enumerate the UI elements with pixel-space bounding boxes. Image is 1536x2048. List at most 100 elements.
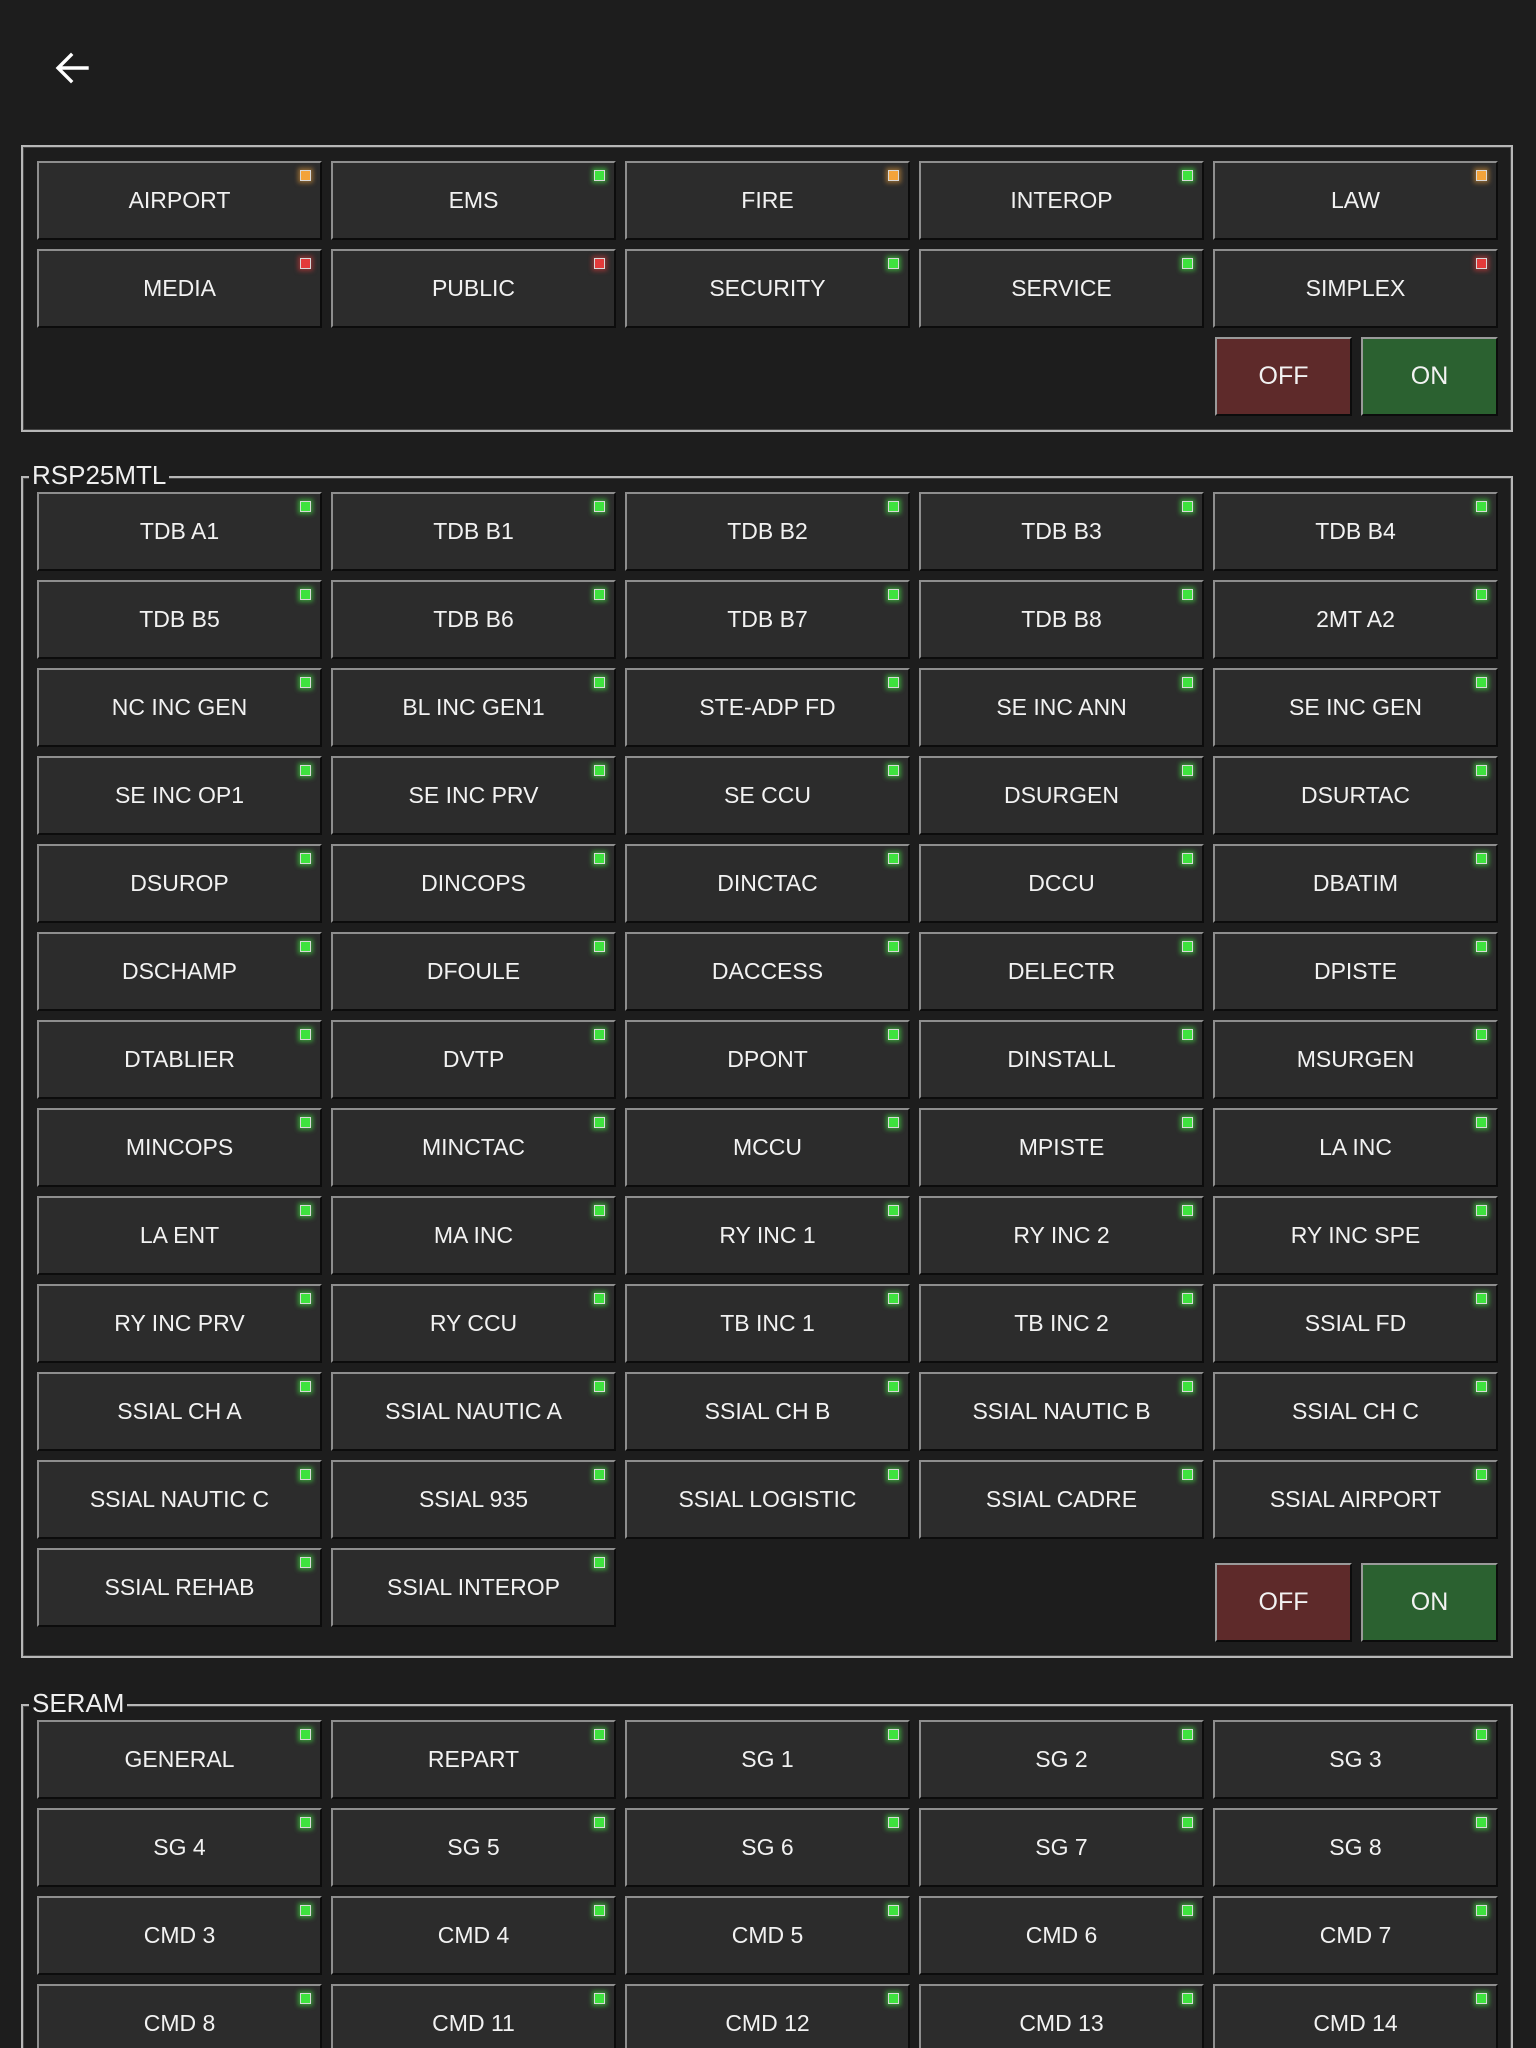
- channel-button[interactable]: LA ENT: [37, 1196, 322, 1275]
- channel-button[interactable]: SSIAL NAUTIC C: [37, 1460, 322, 1539]
- channel-button[interactable]: DFOULE: [331, 932, 616, 1011]
- channel-button[interactable]: MA INC: [331, 1196, 616, 1275]
- channel-button[interactable]: SE INC ANN: [919, 668, 1204, 747]
- channel-button[interactable]: SG 4: [37, 1808, 322, 1887]
- channel-button[interactable]: SE CCU: [625, 756, 910, 835]
- channel-button[interactable]: SSIAL INTEROP: [331, 1548, 616, 1627]
- channel-button[interactable]: RY INC PRV: [37, 1284, 322, 1363]
- channel-button[interactable]: CMD 7: [1213, 1896, 1498, 1975]
- channel-button[interactable]: CMD 3: [37, 1896, 322, 1975]
- channel-button[interactable]: SECURITY: [625, 249, 910, 328]
- channel-button[interactable]: RY INC 1: [625, 1196, 910, 1275]
- channel-button[interactable]: DSURTAC: [1213, 756, 1498, 835]
- channel-button[interactable]: SG 6: [625, 1808, 910, 1887]
- channel-button[interactable]: SSIAL LOGISTIC: [625, 1460, 910, 1539]
- channel-button[interactable]: SE INC PRV: [331, 756, 616, 835]
- channel-button[interactable]: SE INC GEN: [1213, 668, 1498, 747]
- channel-button[interactable]: DPISTE: [1213, 932, 1498, 1011]
- channel-button[interactable]: CMD 13: [919, 1984, 1204, 2048]
- channel-button[interactable]: SIMPLEX: [1213, 249, 1498, 328]
- channel-button[interactable]: SSIAL 935: [331, 1460, 616, 1539]
- channel-button[interactable]: STE-ADP FD: [625, 668, 910, 747]
- channel-button[interactable]: LA INC: [1213, 1108, 1498, 1187]
- channel-button[interactable]: TB INC 1: [625, 1284, 910, 1363]
- channel-button[interactable]: SSIAL NAUTIC A: [331, 1372, 616, 1451]
- channel-button[interactable]: MPISTE: [919, 1108, 1204, 1187]
- channel-button[interactable]: SSIAL REHAB: [37, 1548, 322, 1627]
- channel-button[interactable]: REPART: [331, 1720, 616, 1799]
- channel-button[interactable]: DCCU: [919, 844, 1204, 923]
- channel-button[interactable]: TDB B3: [919, 492, 1204, 571]
- channel-button[interactable]: BL INC GEN1: [331, 668, 616, 747]
- channel-button[interactable]: TDB B8: [919, 580, 1204, 659]
- channel-button[interactable]: DSCHAMP: [37, 932, 322, 1011]
- channel-button[interactable]: SSIAL CH A: [37, 1372, 322, 1451]
- channel-button[interactable]: SSIAL CH C: [1213, 1372, 1498, 1451]
- channel-button[interactable]: DVTP: [331, 1020, 616, 1099]
- channel-button[interactable]: SG 2: [919, 1720, 1204, 1799]
- channel-button[interactable]: PUBLIC: [331, 249, 616, 328]
- channel-button[interactable]: CMD 5: [625, 1896, 910, 1975]
- channel-button[interactable]: CMD 4: [331, 1896, 616, 1975]
- channel-button[interactable]: CMD 8: [37, 1984, 322, 2048]
- channel-button[interactable]: NC INC GEN: [37, 668, 322, 747]
- channel-button[interactable]: TDB B5: [37, 580, 322, 659]
- channel-button[interactable]: TDB B7: [625, 580, 910, 659]
- channel-button[interactable]: SERVICE: [919, 249, 1204, 328]
- all-off-button[interactable]: OFF: [1215, 1563, 1352, 1642]
- channel-button[interactable]: RY CCU: [331, 1284, 616, 1363]
- status-led-icon: [1476, 1381, 1487, 1392]
- channel-button[interactable]: DPONT: [625, 1020, 910, 1099]
- channel-button[interactable]: DACCESS: [625, 932, 910, 1011]
- channel-button[interactable]: RY INC 2: [919, 1196, 1204, 1275]
- channel-button[interactable]: FIRE: [625, 161, 910, 240]
- channel-button[interactable]: SSIAL CH B: [625, 1372, 910, 1451]
- channel-button[interactable]: MINCTAC: [331, 1108, 616, 1187]
- channel-button[interactable]: SG 8: [1213, 1808, 1498, 1887]
- channel-button[interactable]: EMS: [331, 161, 616, 240]
- channel-button[interactable]: CMD 11: [331, 1984, 616, 2048]
- back-button[interactable]: [44, 40, 100, 96]
- channel-button[interactable]: DINCTAC: [625, 844, 910, 923]
- channel-button[interactable]: INTEROP: [919, 161, 1204, 240]
- channel-button[interactable]: TDB B2: [625, 492, 910, 571]
- channel-button[interactable]: CMD 6: [919, 1896, 1204, 1975]
- channel-button[interactable]: DSUROP: [37, 844, 322, 923]
- channel-button[interactable]: MSURGEN: [1213, 1020, 1498, 1099]
- channel-button[interactable]: MEDIA: [37, 249, 322, 328]
- channel-button[interactable]: SSIAL CADRE: [919, 1460, 1204, 1539]
- channel-button[interactable]: TB INC 2: [919, 1284, 1204, 1363]
- channel-button[interactable]: RY INC SPE: [1213, 1196, 1498, 1275]
- channel-button[interactable]: SG 3: [1213, 1720, 1498, 1799]
- channel-button[interactable]: AIRPORT: [37, 161, 322, 240]
- channel-button[interactable]: MINCOPS: [37, 1108, 322, 1187]
- all-on-button[interactable]: ON: [1361, 337, 1498, 416]
- channel-button[interactable]: DINCOPS: [331, 844, 616, 923]
- channel-button[interactable]: SG 1: [625, 1720, 910, 1799]
- status-led-icon: [300, 589, 311, 600]
- channel-button[interactable]: LAW: [1213, 161, 1498, 240]
- channel-button[interactable]: SE INC OP1: [37, 756, 322, 835]
- all-off-button[interactable]: OFF: [1215, 337, 1352, 416]
- channel-button[interactable]: MCCU: [625, 1108, 910, 1187]
- channel-button[interactable]: SSIAL NAUTIC B: [919, 1372, 1204, 1451]
- channel-button[interactable]: SSIAL AIRPORT: [1213, 1460, 1498, 1539]
- channel-button[interactable]: DBATIM: [1213, 844, 1498, 923]
- channel-button[interactable]: GENERAL: [37, 1720, 322, 1799]
- channel-button[interactable]: 2MT A2: [1213, 580, 1498, 659]
- channel-button[interactable]: SG 5: [331, 1808, 616, 1887]
- channel-button[interactable]: DELECTR: [919, 932, 1204, 1011]
- all-on-button[interactable]: ON: [1361, 1563, 1498, 1642]
- channel-button[interactable]: TDB A1: [37, 492, 322, 571]
- channel-button[interactable]: TDB B1: [331, 492, 616, 571]
- channel-button[interactable]: CMD 14: [1213, 1984, 1498, 2048]
- channel-button[interactable]: SG 7: [919, 1808, 1204, 1887]
- channel-button[interactable]: DSURGEN: [919, 756, 1204, 835]
- channel-button[interactable]: DTABLIER: [37, 1020, 322, 1099]
- channel-button[interactable]: TDB B6: [331, 580, 616, 659]
- channel-button[interactable]: TDB B4: [1213, 492, 1498, 571]
- channel-label: DTABLIER: [124, 1046, 235, 1072]
- channel-button[interactable]: SSIAL FD: [1213, 1284, 1498, 1363]
- channel-button[interactable]: DINSTALL: [919, 1020, 1204, 1099]
- channel-button[interactable]: CMD 12: [625, 1984, 910, 2048]
